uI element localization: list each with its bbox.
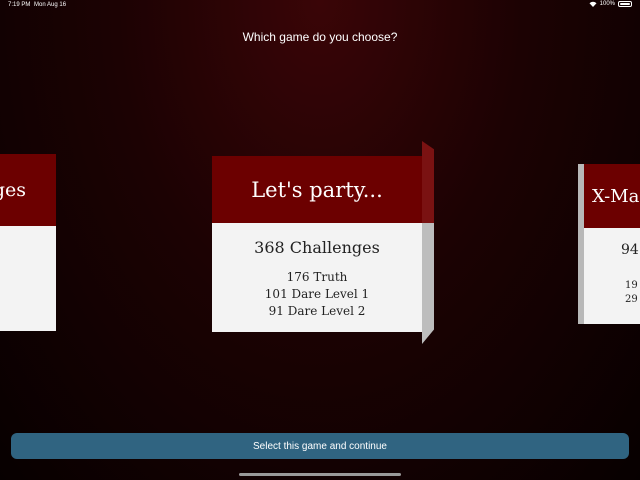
card-line-dare-1: 101 Dare Level 1: [264, 287, 370, 301]
battery-icon: [618, 1, 632, 7]
status-bar: 7:19 PM Mon Aug 16 100%: [0, 0, 640, 12]
card-side-face: [578, 164, 584, 324]
card-line-dare-2: 91 Dare Level 2: [268, 304, 366, 318]
home-indicator[interactable]: [239, 473, 401, 476]
card-total: 94: [621, 242, 639, 258]
game-card-right[interactable]: X-Mas 94 19 29: [578, 160, 640, 325]
battery-percentage: 100%: [599, 1, 615, 7]
card-body: 368 Challenges 176 Truth 101 Dare Level …: [212, 223, 422, 332]
card-total: 368 Challenges: [254, 238, 380, 257]
card-side-face: [422, 223, 434, 344]
card-body: s: [0, 226, 56, 331]
card-title: nges: [0, 154, 56, 226]
card-line: 19: [625, 280, 638, 291]
game-card-left[interactable]: nges s: [0, 152, 68, 332]
card-breakdown: 176 Truth 101 Dare Level 1 91 Dare Level…: [212, 269, 422, 320]
wifi-icon: [589, 1, 597, 7]
card-title: Let's party...: [212, 156, 422, 223]
status-time: 7:19 PM: [8, 2, 31, 8]
card-side-face: [422, 141, 434, 223]
card-title: X-Mas: [578, 164, 640, 228]
game-card-center[interactable]: Let's party... 368 Challenges 176 Truth …: [212, 141, 434, 346]
card-body: 94 19 29: [578, 228, 640, 324]
page-title: Which game do you choose?: [242, 30, 398, 44]
card-line: 29: [625, 294, 638, 305]
select-game-button[interactable]: Select this game and continue: [11, 433, 629, 459]
status-indicators: 100%: [589, 1, 632, 7]
card-line-truth: 176 Truth: [286, 270, 348, 284]
status-date: Mon Aug 16: [34, 2, 67, 8]
